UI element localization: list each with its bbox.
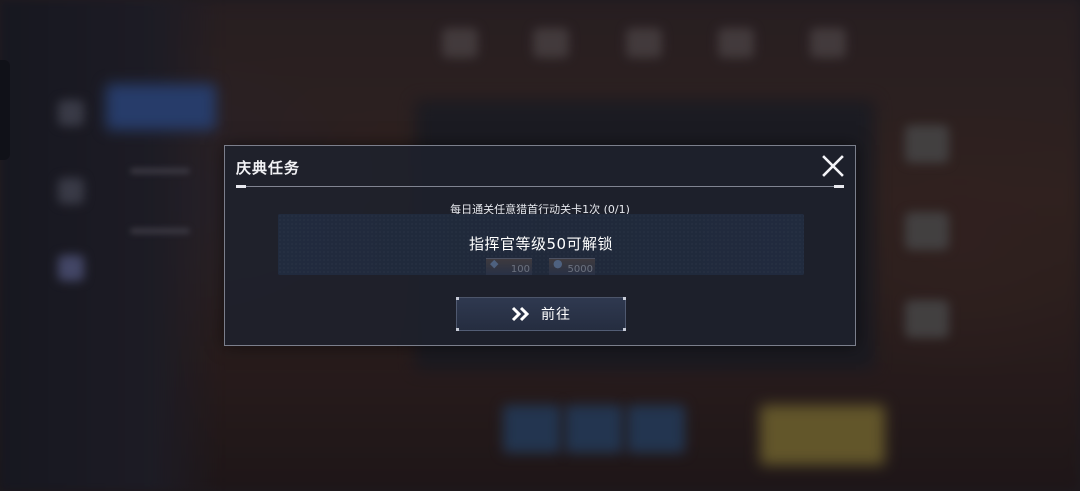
go-button-label: 前往: [541, 307, 571, 323]
title-divider: [236, 186, 844, 187]
dialog-title: 庆典任务: [236, 159, 301, 177]
button-corner: [623, 297, 626, 300]
task-card: ◆ 100 ● 5000 指挥官等级50可解锁: [278, 214, 804, 275]
go-button[interactable]: 前往: [456, 297, 626, 331]
divider-cap: [834, 185, 844, 188]
button-corner: [456, 297, 459, 300]
button-corner: [456, 328, 459, 331]
celebration-tasks-dialog: 庆典任务 每日通关任意猎首行动关卡1次 (0/1) ◆ 100 ● 5000 指…: [224, 145, 856, 346]
divider-cap: [236, 185, 246, 188]
button-corner: [623, 328, 626, 331]
unlock-requirement-text: 指挥官等级50可解锁: [468, 235, 614, 253]
close-button[interactable]: [821, 154, 845, 178]
double-chevron-right-icon: [511, 306, 531, 322]
close-icon: [822, 155, 844, 177]
